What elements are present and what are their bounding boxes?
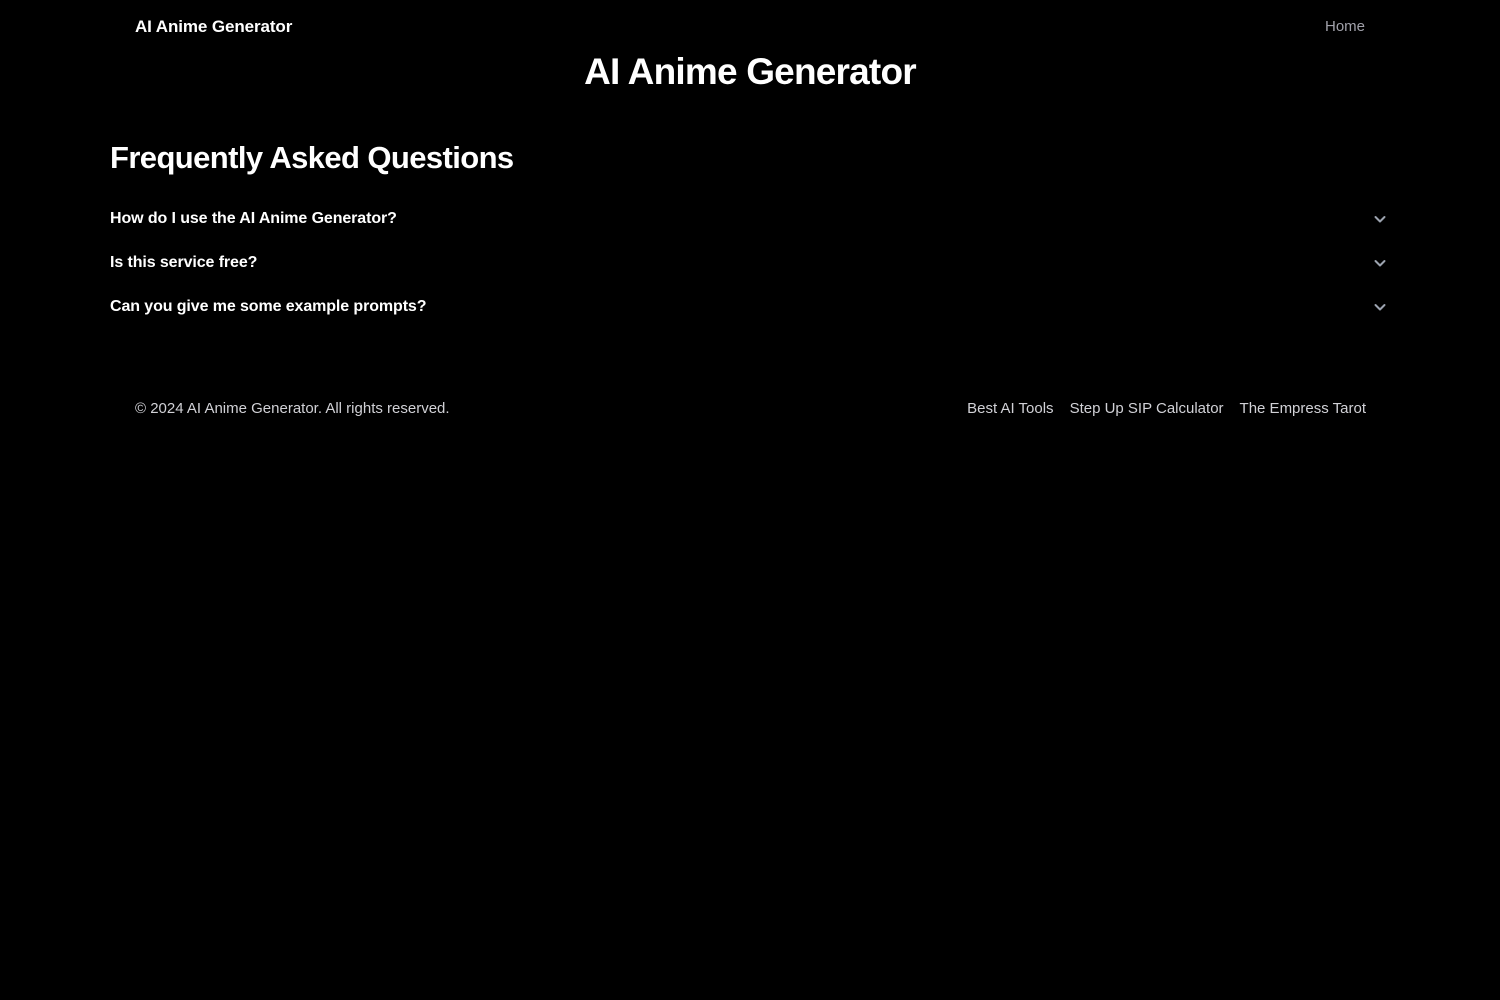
site-header: AI Anime Generator Home — [0, 0, 1500, 53]
footer-links: Best AI Tools Step Up SIP Calculator The… — [967, 401, 1366, 416]
site-footer: © 2024 AI Anime Generator. All rights re… — [0, 390, 1500, 426]
faq-item[interactable]: How do I use the AI Anime Generator? — [110, 197, 1390, 241]
chevron-down-icon[interactable] — [1370, 209, 1390, 229]
footer-link-step-up-sip-calculator[interactable]: Step Up SIP Calculator — [1070, 401, 1224, 416]
faq-question: Can you give me some example prompts? — [110, 298, 427, 315]
footer-link-best-ai-tools[interactable]: Best AI Tools — [967, 401, 1053, 416]
main-nav: Home — [1325, 19, 1365, 34]
faq-list: How do I use the AI Anime Generator? Is … — [110, 197, 1390, 329]
faq-section: Frequently Asked Questions How do I use … — [110, 139, 1390, 329]
chevron-down-icon[interactable] — [1370, 297, 1390, 317]
faq-question: Is this service free? — [110, 254, 258, 271]
chevron-down-icon[interactable] — [1370, 253, 1390, 273]
faq-heading: Frequently Asked Questions — [110, 140, 514, 175]
faq-item[interactable]: Is this service free? — [110, 241, 1390, 285]
page-title: AI Anime Generator — [584, 51, 917, 92]
faq-item[interactable]: Can you give me some example prompts? — [110, 285, 1390, 329]
faq-question: How do I use the AI Anime Generator? — [110, 210, 397, 227]
footer-link-the-empress-tarot[interactable]: The Empress Tarot — [1240, 401, 1366, 416]
brand-logo[interactable]: AI Anime Generator — [135, 18, 292, 35]
nav-link-home[interactable]: Home — [1325, 19, 1365, 34]
hero-section: AI Anime Generator — [0, 48, 1500, 96]
page-root: AI Anime Generator Home AI Anime Generat… — [0, 0, 1500, 1000]
copyright-text: © 2024 AI Anime Generator. All rights re… — [135, 399, 450, 417]
